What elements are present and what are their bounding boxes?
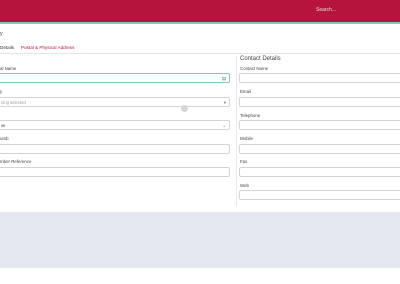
telephone-label: Telephone [240,113,261,118]
reference-field[interactable] [0,167,230,177]
name-label: al Name [0,66,17,71]
loading-spinner-icon [181,105,188,112]
status-select[interactable]: ve ⌄ [0,120,230,130]
list-icon[interactable]: ▤ [222,76,226,81]
fax-field[interactable] [239,167,400,177]
number-field[interactable] [0,144,230,154]
chevron-down-icon: ⌄ [222,123,226,128]
tab-details[interactable]: Details [0,45,14,50]
web-label: Web [240,183,249,188]
breadcrumb: y [0,31,3,37]
mobile-label: Mobile [240,136,253,141]
tab-postal-physical-address[interactable]: Postal & Physical Address [21,45,74,50]
chevron-down-icon: ▾ [223,100,226,105]
search-input[interactable]: Search... [316,7,336,13]
fax-label: Fax [240,159,248,164]
email-label: Email [240,89,251,94]
status-select-value: ve [1,123,6,128]
mobile-field[interactable] [239,144,400,154]
web-field[interactable] [239,190,400,200]
top-navigation-bar: Search... [0,0,400,22]
type-label: y [0,89,3,94]
accent-divider [0,22,400,24]
tab-bar: Details Postal & Physical Address [0,44,400,54]
column-divider [236,56,237,206]
reference-label: mber Reference [0,159,32,164]
name-field[interactable]: ▤ [0,73,230,83]
email-field[interactable] [239,97,400,107]
telephone-field[interactable] [239,120,400,130]
contact-name-field[interactable] [239,73,400,83]
type-select[interactable]: ning selected ▾ [0,97,230,107]
type-select-placeholder: ning selected [1,100,26,105]
contact-details-title: Contact Details [240,56,281,62]
contact-name-label: Contact Name [240,66,269,71]
number-label: umb [0,136,9,141]
footer-area [0,212,400,268]
